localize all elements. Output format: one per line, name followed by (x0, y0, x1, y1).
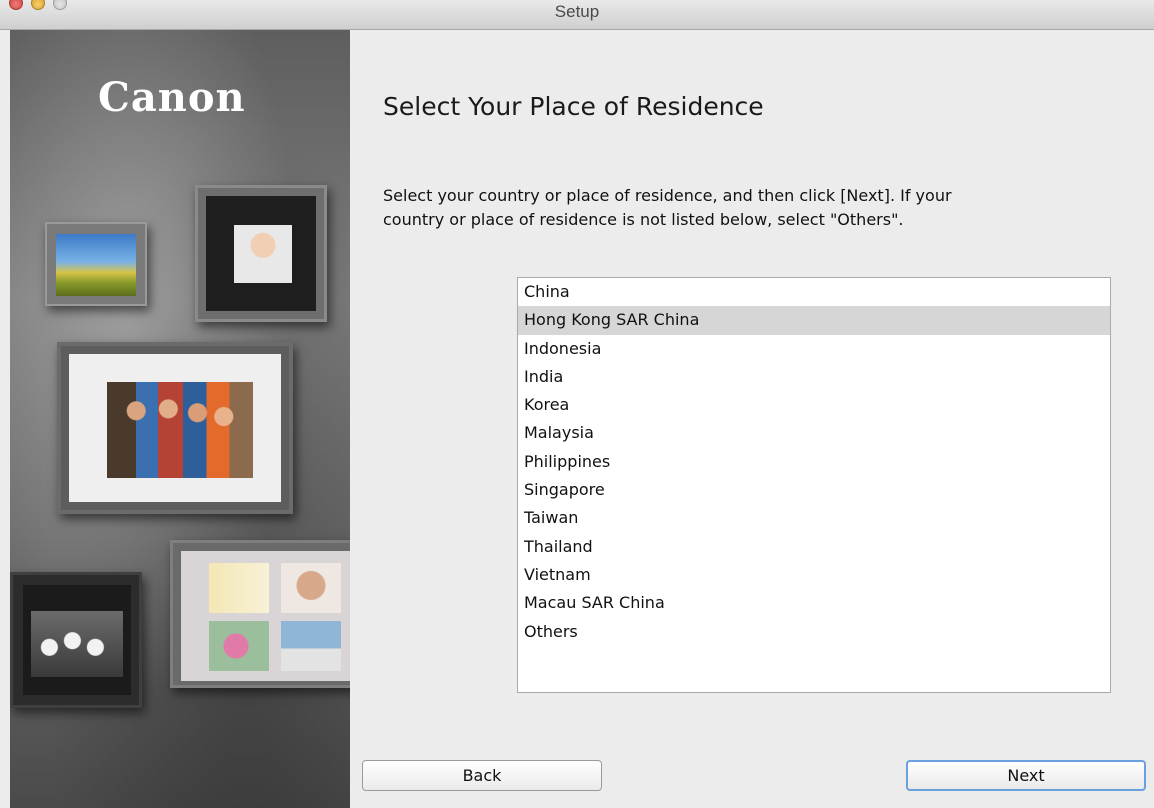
back-button[interactable]: Back (362, 760, 602, 791)
instructions-text: Select your country or place of residenc… (383, 184, 1083, 232)
decorative-side-panel: Canon (10, 30, 350, 808)
baby-photo (234, 225, 292, 283)
list-item-philippines[interactable]: Philippines (518, 448, 1110, 476)
title-bar: Setup (0, 0, 1154, 30)
list-item-others[interactable]: Others (518, 618, 1110, 646)
list-item-hong-kong[interactable]: Hong Kong SAR China (518, 306, 1110, 335)
list-item-taiwan[interactable]: Taiwan (518, 504, 1110, 532)
list-item-vietnam[interactable]: Vietnam (518, 561, 1110, 589)
picture-frame-baby (195, 185, 327, 322)
list-item-indonesia[interactable]: Indonesia (518, 335, 1110, 363)
collage-photo-3 (209, 621, 269, 671)
list-item-china[interactable]: China (518, 278, 1110, 306)
picture-frame-friends (57, 342, 293, 514)
next-button[interactable]: Next (906, 760, 1146, 791)
collage-photo-4 (281, 621, 341, 671)
canon-logo: Canon (98, 74, 246, 121)
instructions-line: country or place of residence is not lis… (383, 210, 904, 229)
picture-frame-collage (170, 540, 350, 688)
collage-photo-2 (281, 563, 341, 613)
landscape-photo (56, 234, 136, 296)
list-item-thailand[interactable]: Thailand (518, 533, 1110, 561)
collage-photo-1 (209, 563, 269, 613)
window-title: Setup (554, 2, 600, 21)
country-list[interactable]: China Hong Kong SAR China Indonesia Indi… (517, 277, 1111, 693)
page-title: Select Your Place of Residence (383, 92, 764, 121)
picture-frame-family (10, 572, 142, 708)
instructions-line: Select your country or place of residenc… (383, 186, 952, 205)
setup-window: Setup Canon Select Your Place of Residen… (0, 0, 1154, 808)
picture-frame-landscape (45, 222, 147, 306)
list-item-india[interactable]: India (518, 363, 1110, 391)
list-item-malaysia[interactable]: Malaysia (518, 419, 1110, 447)
family-photo (31, 611, 123, 677)
list-item-macau[interactable]: Macau SAR China (518, 589, 1110, 617)
list-item-singapore[interactable]: Singapore (518, 476, 1110, 504)
list-item-korea[interactable]: Korea (518, 391, 1110, 419)
friends-photo (107, 382, 253, 478)
